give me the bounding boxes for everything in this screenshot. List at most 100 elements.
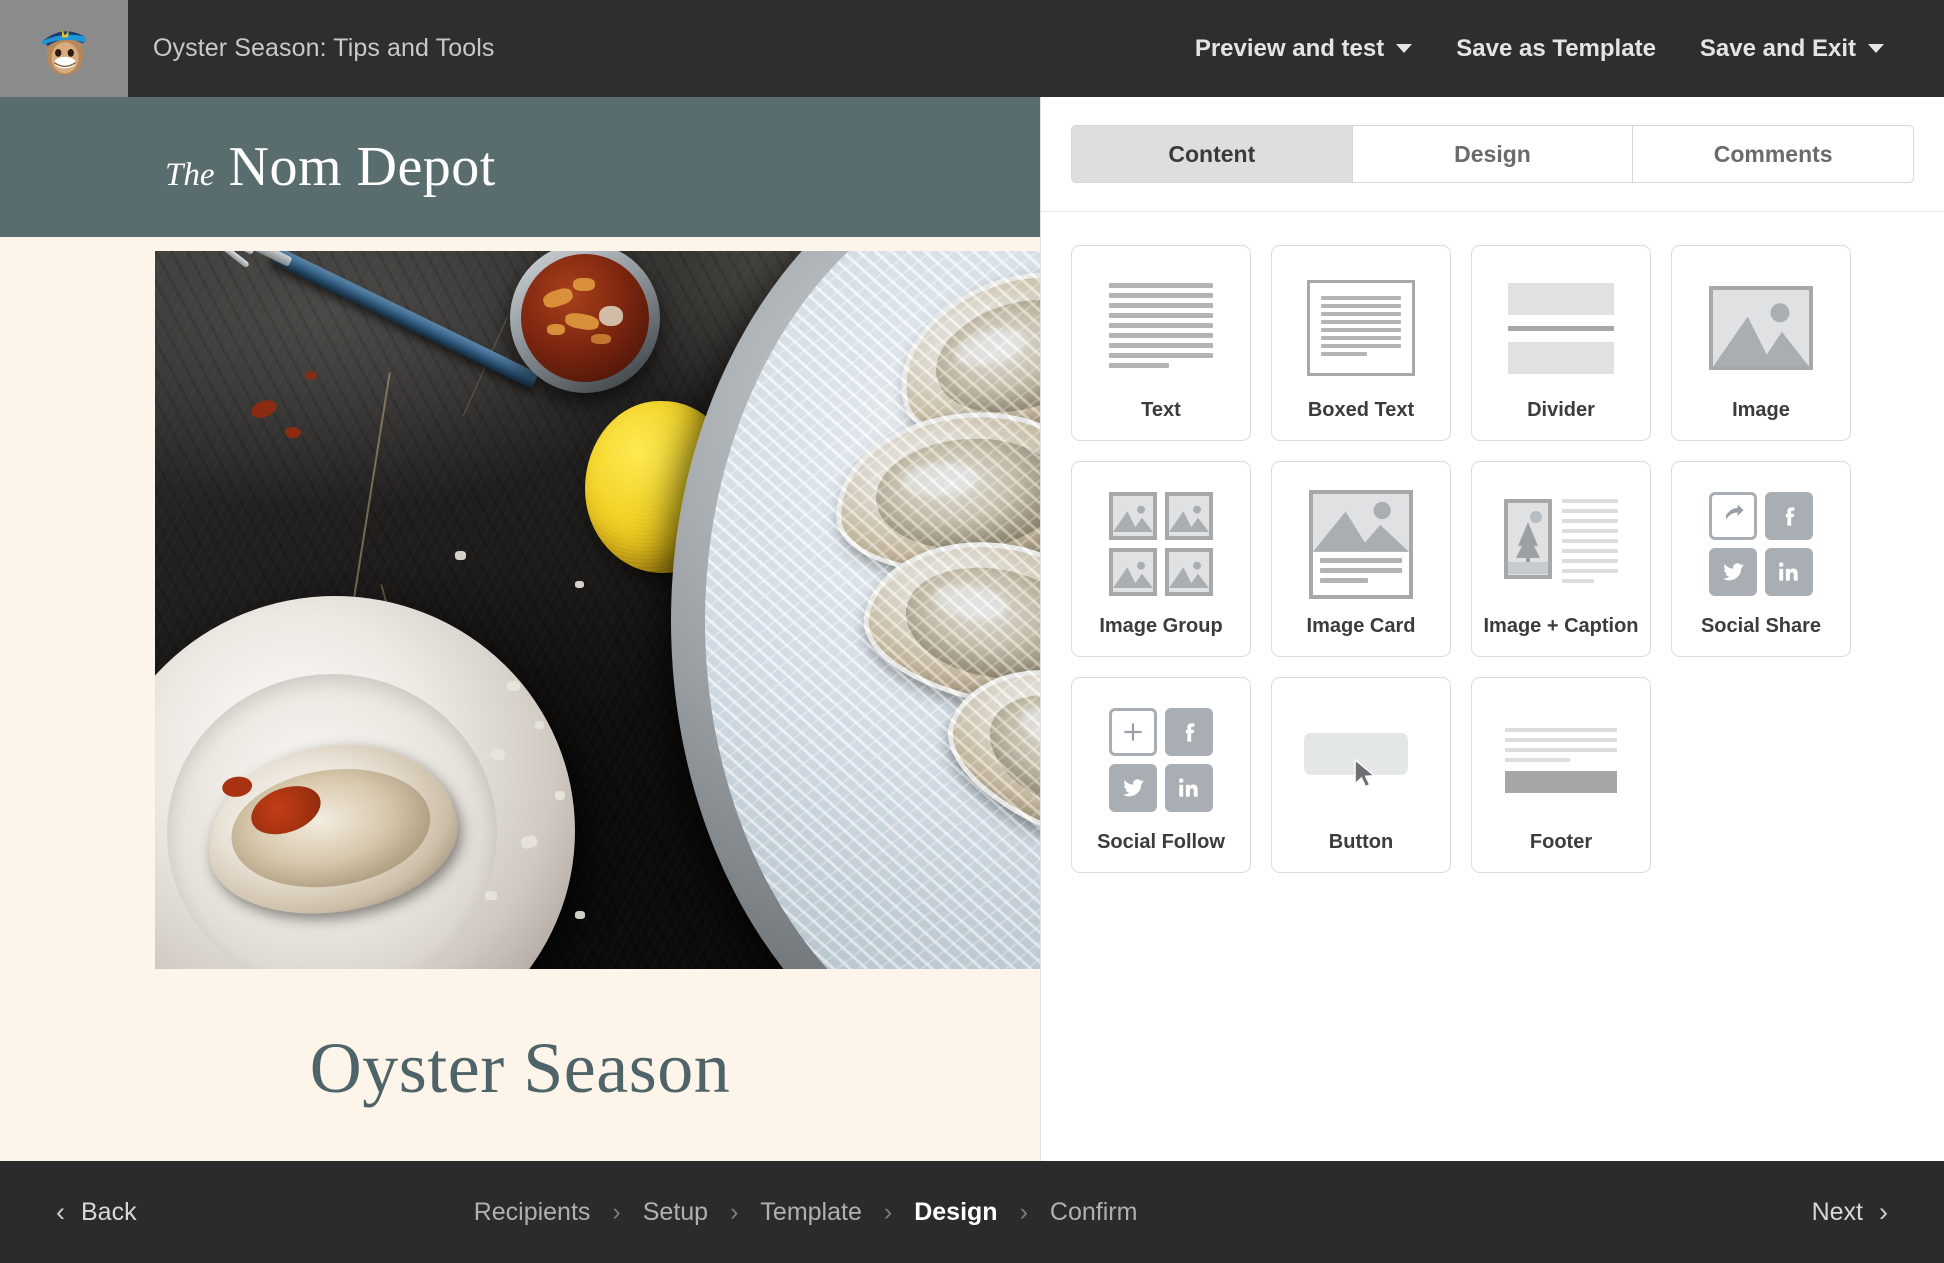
top-toolbar-actions: Preview and test Save as Template Save a…: [1173, 35, 1944, 63]
block-tile-label: Social Follow: [1097, 831, 1225, 853]
breadcrumb-separator-icon: ›: [730, 1197, 739, 1226]
breadcrumb: Recipients › Setup › Template › Design ›…: [474, 1198, 1138, 1227]
block-tile-image-card[interactable]: Image Card: [1271, 461, 1451, 657]
breadcrumb-separator-icon: ›: [1019, 1197, 1028, 1226]
back-label: Back: [81, 1197, 137, 1226]
boxed-text-icon: [1301, 276, 1421, 380]
content-block-grid: Text Boxed Text Divider Image Image Grou…: [1041, 212, 1944, 873]
email-hero-image-block[interactable]: [155, 251, 1040, 969]
tab-design[interactable]: Design: [1352, 125, 1634, 183]
tab-content[interactable]: Content: [1071, 125, 1353, 183]
block-tile-label: Social Share: [1700, 615, 1822, 637]
sidebar-tabs: Content Design Comments: [1041, 97, 1944, 183]
block-tile-image[interactable]: Image: [1671, 245, 1851, 441]
preview-and-test-button[interactable]: Preview and test: [1173, 35, 1434, 63]
block-tile-label: Text: [1141, 399, 1181, 421]
salt-crystal: [535, 721, 544, 729]
block-tile-divider[interactable]: Divider: [1471, 245, 1651, 441]
chevron-right-icon: ›: [1879, 1196, 1888, 1227]
plus-icon: [1109, 708, 1157, 756]
share-arrow-icon: [1709, 492, 1757, 540]
block-tile-boxed-text[interactable]: Boxed Text: [1271, 245, 1451, 441]
block-tile-image-caption[interactable]: Image + Caption: [1471, 461, 1651, 657]
oyster: [878, 251, 1040, 467]
mailchimp-monkey-icon: [41, 29, 86, 75]
save-and-exit-label: Save and Exit: [1699, 34, 1856, 62]
cursor-arrow-icon: [1354, 758, 1377, 788]
block-tile-image-group[interactable]: Image Group: [1071, 461, 1251, 657]
image-caption-icon: [1501, 492, 1621, 596]
sauce-bit: [563, 311, 601, 332]
ice-platter: [671, 251, 1040, 969]
salt-crystal: [507, 681, 520, 691]
block-tile-label: Image: [1732, 399, 1790, 421]
block-tile-label: Divider: [1527, 399, 1595, 421]
next-label: Next: [1811, 1197, 1863, 1226]
button-cursor-icon: [1301, 708, 1421, 812]
chevron-down-icon: [1868, 44, 1884, 53]
block-tile-social-follow[interactable]: Social Follow: [1071, 677, 1251, 873]
chevron-left-icon: ‹: [56, 1196, 65, 1227]
footer-icon: [1501, 708, 1621, 812]
salt-crystal: [575, 581, 584, 588]
fork-tine: [209, 251, 250, 269]
chevron-down-icon: [1396, 44, 1413, 53]
email-preview-canvas[interactable]: The Nom Depot Oyster Season: [0, 97, 1040, 1161]
breadcrumb-step-template[interactable]: Template: [760, 1198, 861, 1227]
content-sidebar: Content Design Comments Text Boxed Text: [1040, 97, 1944, 1161]
email-brand-logo: The Nom Depot: [165, 135, 496, 199]
linkedin-icon: [1765, 548, 1813, 596]
oyster: [829, 403, 1040, 585]
sauce-drip: [285, 427, 301, 438]
breadcrumb-separator-icon: ›: [883, 1197, 893, 1226]
wizard-footer: ‹ Back Recipients › Setup › Template › D…: [0, 1161, 1944, 1263]
sauce-bit: [541, 285, 575, 311]
salt-crystal: [555, 791, 565, 800]
sauce-bit: [599, 306, 623, 326]
block-tile-label: Footer: [1529, 831, 1593, 853]
image-placeholder-icon: [1701, 276, 1821, 380]
preview-and-test-label: Preview and test: [1194, 34, 1385, 62]
block-tile-label: Image Card: [1306, 615, 1416, 637]
tab-comments[interactable]: Comments: [1633, 125, 1915, 183]
breadcrumb-step-design[interactable]: Design: [914, 1198, 997, 1227]
block-tile-text[interactable]: Text: [1071, 245, 1251, 441]
breadcrumb-step-setup[interactable]: Setup: [643, 1198, 708, 1227]
salt-crystal: [575, 911, 585, 919]
social-share-icon: [1701, 492, 1821, 596]
social-follow-icon: [1101, 708, 1221, 812]
block-tile-button[interactable]: Button: [1271, 677, 1451, 873]
cocktail-sauce: [521, 254, 649, 382]
sauce-bit: [591, 334, 611, 344]
facebook-icon: [1765, 492, 1813, 540]
sauce-bit: [547, 324, 565, 335]
next-button[interactable]: Next ›: [1812, 1198, 1888, 1227]
twitter-icon: [1709, 548, 1757, 596]
block-tile-social-share[interactable]: Social Share: [1671, 461, 1851, 657]
save-as-template-button[interactable]: Save as Template: [1434, 35, 1678, 63]
facebook-icon: [1165, 708, 1213, 756]
divider-icon: [1501, 276, 1621, 380]
mailchimp-campaign-designer: Oyster Season: Tips and Tools Preview an…: [0, 0, 1944, 1263]
email-header-block[interactable]: The Nom Depot: [0, 97, 1040, 237]
save-as-template-label: Save as Template: [1456, 34, 1656, 62]
breadcrumb-step-confirm[interactable]: Confirm: [1050, 1198, 1138, 1227]
save-and-exit-button[interactable]: Save and Exit: [1678, 35, 1906, 63]
email-headline-block[interactable]: Oyster Season: [0, 1027, 1040, 1110]
block-tile-footer[interactable]: Footer: [1471, 677, 1651, 873]
top-toolbar: Oyster Season: Tips and Tools Preview an…: [0, 0, 1944, 97]
image-group-icon: [1101, 492, 1221, 596]
salt-crystal: [485, 891, 497, 900]
campaign-title: Oyster Season: Tips and Tools: [153, 34, 495, 62]
block-tile-label: Image Group: [1099, 615, 1223, 637]
back-button[interactable]: ‹ Back: [56, 1198, 137, 1227]
image-card-icon: [1301, 489, 1421, 599]
twitter-icon: [1109, 764, 1157, 812]
mailchimp-logo[interactable]: [0, 0, 128, 97]
breadcrumb-step-recipients[interactable]: Recipients: [474, 1198, 591, 1227]
block-tile-label: Button: [1328, 831, 1394, 853]
sauce-drip: [305, 371, 317, 380]
oyster-hero-photo: [155, 251, 1040, 969]
oyster: [853, 521, 1040, 725]
crushed-ice: [705, 251, 1040, 969]
